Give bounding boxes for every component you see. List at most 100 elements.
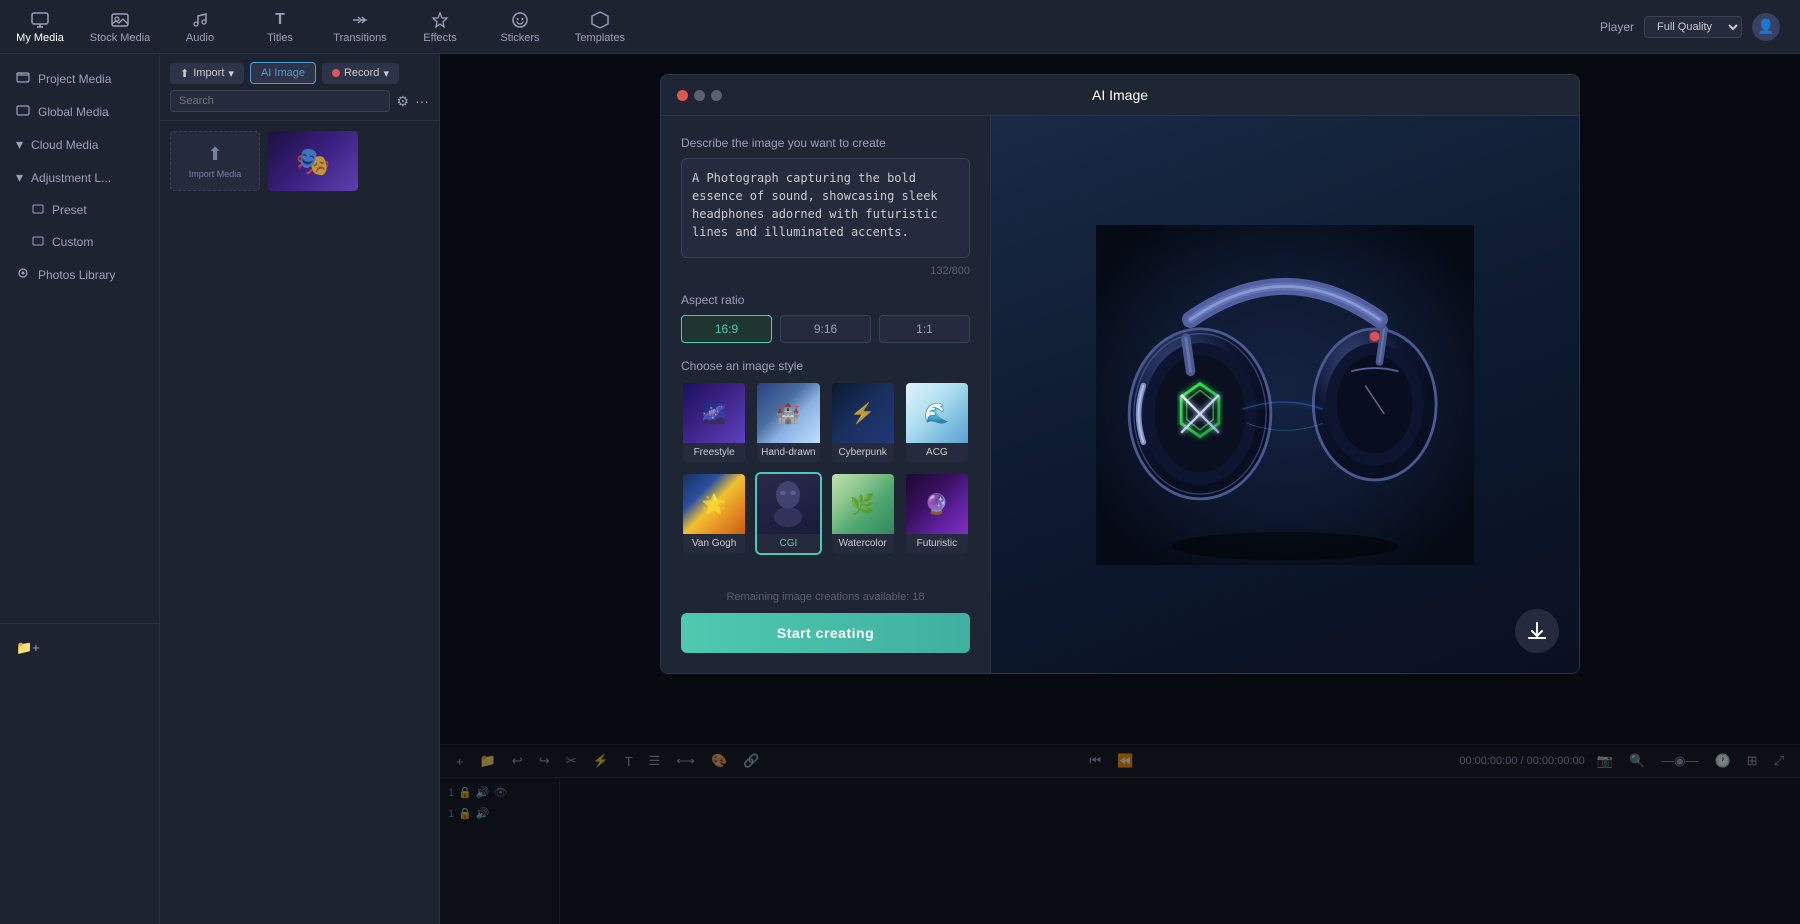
record-dot-icon xyxy=(332,69,340,77)
stock-media-icon xyxy=(110,10,130,30)
modal-title: AI Image xyxy=(1092,87,1148,103)
preset-folder-icon xyxy=(32,202,44,218)
futuristic-label: Futuristic xyxy=(906,534,968,553)
more-options-button[interactable]: ··· xyxy=(415,93,429,109)
modal-close-dot[interactable] xyxy=(677,90,688,101)
nav-item-templates[interactable]: Templates xyxy=(560,0,640,54)
folder-icon xyxy=(16,70,30,87)
global-icon xyxy=(16,103,30,120)
transitions-icon xyxy=(350,10,370,30)
nav-item-titles[interactable]: T Titles xyxy=(240,0,320,54)
modal-overlay: AI Image Describe the image you want to … xyxy=(440,54,1800,924)
import-chevron-icon: ▾ xyxy=(228,67,234,80)
description-textarea[interactable]: A Photograph capturing the bold essence … xyxy=(681,158,970,258)
modal-maximize-dot[interactable] xyxy=(711,90,722,101)
vangogh-thumb: 🌟 xyxy=(683,474,745,534)
nav-item-effects[interactable]: Effects xyxy=(400,0,480,54)
style-item-watercolor[interactable]: 🌿 Watercolor xyxy=(830,472,896,555)
aspect-ratio-row: 16:9 9:16 1:1 xyxy=(681,315,970,343)
nav-item-stickers[interactable]: Stickers xyxy=(480,0,560,54)
cgi-label: CGI xyxy=(757,534,819,553)
image-style-section: Choose an image style 🌌 Freestyle xyxy=(681,359,970,555)
import-media-button[interactable]: ⬆ Import Media xyxy=(170,131,260,191)
nav-item-stock-media[interactable]: Stock Media xyxy=(80,0,160,54)
sidebar-item-adjustment[interactable]: ▾ Adjustment L... xyxy=(0,161,159,194)
remaining-text: Remaining image creations available: 18 xyxy=(681,591,970,603)
sidebar-label-adjustment: Adjustment L... xyxy=(31,171,111,185)
stickers-icon xyxy=(510,10,530,30)
nav-label-transitions: Transitions xyxy=(333,32,386,44)
import-button[interactable]: ⬆ Import ▾ xyxy=(170,63,244,84)
style-grid: 🌌 Freestyle 🏰 Hand-drawn xyxy=(681,381,970,555)
main-content: + 📁 ↩ ↪ ✂ ⚡ T ☰ ⟷ 🎨 🔗 ⏮ ⏪ 00:00:00:00 / … xyxy=(440,54,1800,924)
nav-label-stickers: Stickers xyxy=(500,32,539,44)
my-media-icon xyxy=(30,10,50,30)
vangogh-label: Van Gogh xyxy=(683,534,745,553)
import-icon: ⬆ xyxy=(180,67,189,80)
adjustment-icon: ▾ xyxy=(16,169,23,186)
cyberpunk-label: Cyberpunk xyxy=(832,443,894,462)
sidebar-label-custom: Custom xyxy=(52,235,93,249)
avatar-icon[interactable]: 👤 xyxy=(1752,13,1780,41)
sidebar-item-preset[interactable]: Preset xyxy=(0,194,159,226)
nav-label-titles: Titles xyxy=(267,32,293,44)
titles-icon: T xyxy=(270,10,290,30)
nav-label-my-media: My Media xyxy=(16,32,64,44)
style-item-futuristic[interactable]: 🔮 Futuristic xyxy=(904,472,970,555)
record-chevron-icon: ▾ xyxy=(383,67,389,80)
aspect-ratio-1-1[interactable]: 1:1 xyxy=(879,315,970,343)
nav-item-audio[interactable]: Audio xyxy=(160,0,240,54)
futuristic-thumb: 🔮 xyxy=(906,474,968,534)
sidebar-label-global-media: Global Media xyxy=(38,105,109,119)
style-item-hand-drawn[interactable]: 🏰 Hand-drawn xyxy=(755,381,821,464)
record-button[interactable]: Record ▾ xyxy=(322,63,399,84)
modal-minimize-dot[interactable] xyxy=(694,90,705,101)
media-panel: ⬆ Import ▾ AI Image Record ▾ ⚙ ··· ⬆ Imp… xyxy=(160,54,440,924)
modal-left-panel: Describe the image you want to create A … xyxy=(661,116,991,673)
start-creating-button[interactable]: Start creating xyxy=(681,613,970,653)
image-style-label: Choose an image style xyxy=(681,359,970,373)
description-label: Describe the image you want to create xyxy=(681,136,970,150)
sidebar-item-cloud-media[interactable]: ▾ Cloud Media xyxy=(0,128,159,161)
aspect-ratio-section: Aspect ratio 16:9 9:16 1:1 xyxy=(681,293,970,343)
watercolor-thumb: 🌿 xyxy=(832,474,894,534)
audio-icon xyxy=(190,10,210,30)
import-large-icon: ⬆ xyxy=(207,144,222,165)
download-button[interactable] xyxy=(1515,609,1559,653)
photos-icon xyxy=(16,266,30,283)
cgi-thumb xyxy=(757,474,819,534)
sidebar-item-custom[interactable]: Custom xyxy=(0,226,159,258)
media-thumbnail[interactable]: 🎭 xyxy=(268,131,358,191)
handdrawn-thumb: 🏰 xyxy=(757,383,819,443)
freestyle-label: Freestyle xyxy=(683,443,745,462)
nav-item-my-media[interactable]: My Media xyxy=(0,0,80,54)
quality-select[interactable]: Full Quality High Quality xyxy=(1644,16,1742,38)
cloud-icon: ▾ xyxy=(16,136,23,153)
style-item-acg[interactable]: 🌊 ACG xyxy=(904,381,970,464)
acg-label: ACG xyxy=(906,443,968,462)
headphone-preview xyxy=(991,116,1579,673)
style-item-cgi[interactable]: CGI xyxy=(755,472,821,555)
media-thumb-container: ⬆ Import Media 🎭 xyxy=(170,131,429,191)
sidebar-item-photos-library[interactable]: Photos Library xyxy=(0,258,159,291)
sidebar-item-global-media[interactable]: Global Media xyxy=(0,95,159,128)
style-item-freestyle[interactable]: 🌌 Freestyle xyxy=(681,381,747,464)
modal-footer: Remaining image creations available: 18 … xyxy=(681,571,970,653)
acg-thumb: 🌊 xyxy=(906,383,968,443)
filter-button[interactable]: ⚙ xyxy=(396,93,409,110)
search-input[interactable] xyxy=(170,90,390,112)
aspect-ratio-16-9[interactable]: 16:9 xyxy=(681,315,772,343)
media-toolbar: ⬆ Import ▾ AI Image Record ▾ ⚙ ··· xyxy=(160,54,439,121)
style-item-vangogh[interactable]: 🌟 Van Gogh xyxy=(681,472,747,555)
modal-window-controls xyxy=(677,90,722,101)
ai-image-button[interactable]: AI Image xyxy=(250,62,316,84)
main-layout: Project Media Global Media ▾ Cloud Media… xyxy=(0,54,1800,924)
style-item-cyberpunk[interactable]: ⚡ Cyberpunk xyxy=(830,381,896,464)
nav-item-transitions[interactable]: Transitions xyxy=(320,0,400,54)
add-folder-icon: 📁+ xyxy=(16,640,40,656)
sidebar-item-project-media[interactable]: Project Media xyxy=(0,62,159,95)
ai-image-modal: AI Image Describe the image you want to … xyxy=(660,74,1580,674)
aspect-ratio-9-16[interactable]: 9:16 xyxy=(780,315,871,343)
sidebar-add-folder[interactable]: 📁+ xyxy=(0,632,160,664)
sidebar-label-cloud-media: Cloud Media xyxy=(31,138,98,152)
